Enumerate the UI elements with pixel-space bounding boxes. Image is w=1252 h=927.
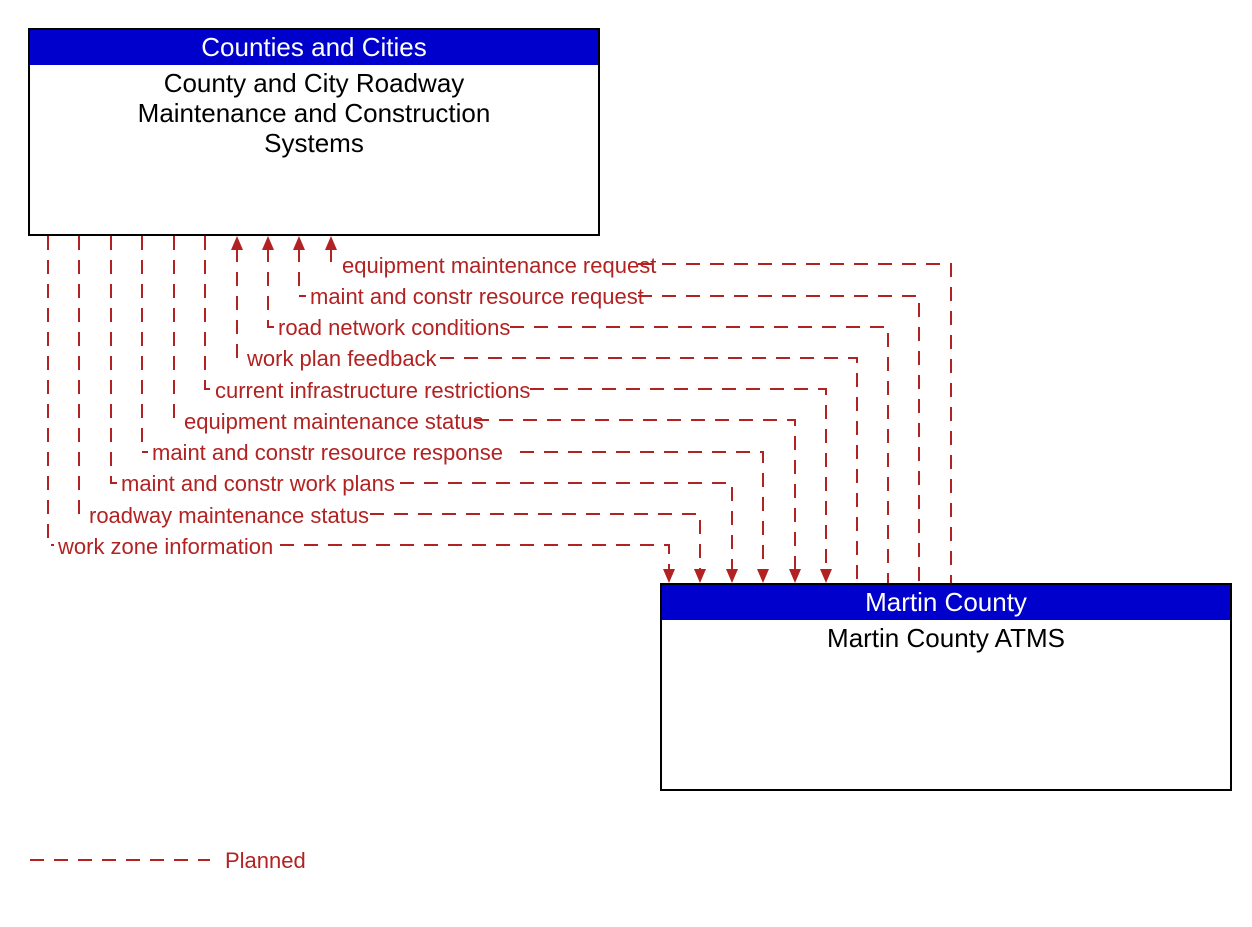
flow-label-road-net-cond: road network conditions: [278, 315, 510, 341]
flow-label-roadway-maint-status: roadway maintenance status: [89, 503, 369, 529]
arrow-roadway-maint-status: [694, 569, 706, 583]
arrow-road-net-cond: [262, 236, 274, 250]
node-counties-cities-line2: Maintenance and Construction: [36, 99, 592, 129]
flow-label-work-zone-info: work zone information: [58, 534, 273, 560]
arrow-work-plans: [726, 569, 738, 583]
node-martin-county-line1: Martin County ATMS: [668, 624, 1224, 654]
arrow-eq-maint-status: [789, 569, 801, 583]
arrow-eq-maint-request: [325, 236, 337, 250]
node-martin-county: Martin County Martin County ATMS: [660, 583, 1232, 791]
node-counties-cities: Counties and Cities County and City Road…: [28, 28, 600, 236]
arrow-resource-response: [757, 569, 769, 583]
node-martin-county-header: Martin County: [662, 585, 1230, 620]
legend-planned-label: Planned: [225, 848, 306, 874]
node-counties-cities-line3: Systems: [36, 129, 592, 159]
node-counties-cities-header: Counties and Cities: [30, 30, 598, 65]
flow-label-resource-request: maint and constr resource request: [310, 284, 644, 310]
arrow-infra-restrictions: [820, 569, 832, 583]
node-martin-county-body: Martin County ATMS: [662, 620, 1230, 658]
flow-label-eq-maint-status: equipment maintenance status: [184, 409, 484, 435]
flow-label-eq-maint-request: equipment maintenance request: [342, 253, 656, 279]
arrow-work-plan-feedback: [231, 236, 243, 250]
arrow-work-zone-info: [663, 569, 675, 583]
flow-label-work-plans: maint and constr work plans: [121, 471, 395, 497]
flow-label-work-plan-feedback: work plan feedback: [247, 346, 437, 372]
flow-label-resource-response: maint and constr resource response: [152, 440, 503, 466]
arrow-resource-request: [293, 236, 305, 250]
flow-label-infra-restrictions: current infrastructure restrictions: [215, 378, 530, 404]
node-counties-cities-body: County and City Roadway Maintenance and …: [30, 65, 598, 163]
node-counties-cities-line1: County and City Roadway: [36, 69, 592, 99]
